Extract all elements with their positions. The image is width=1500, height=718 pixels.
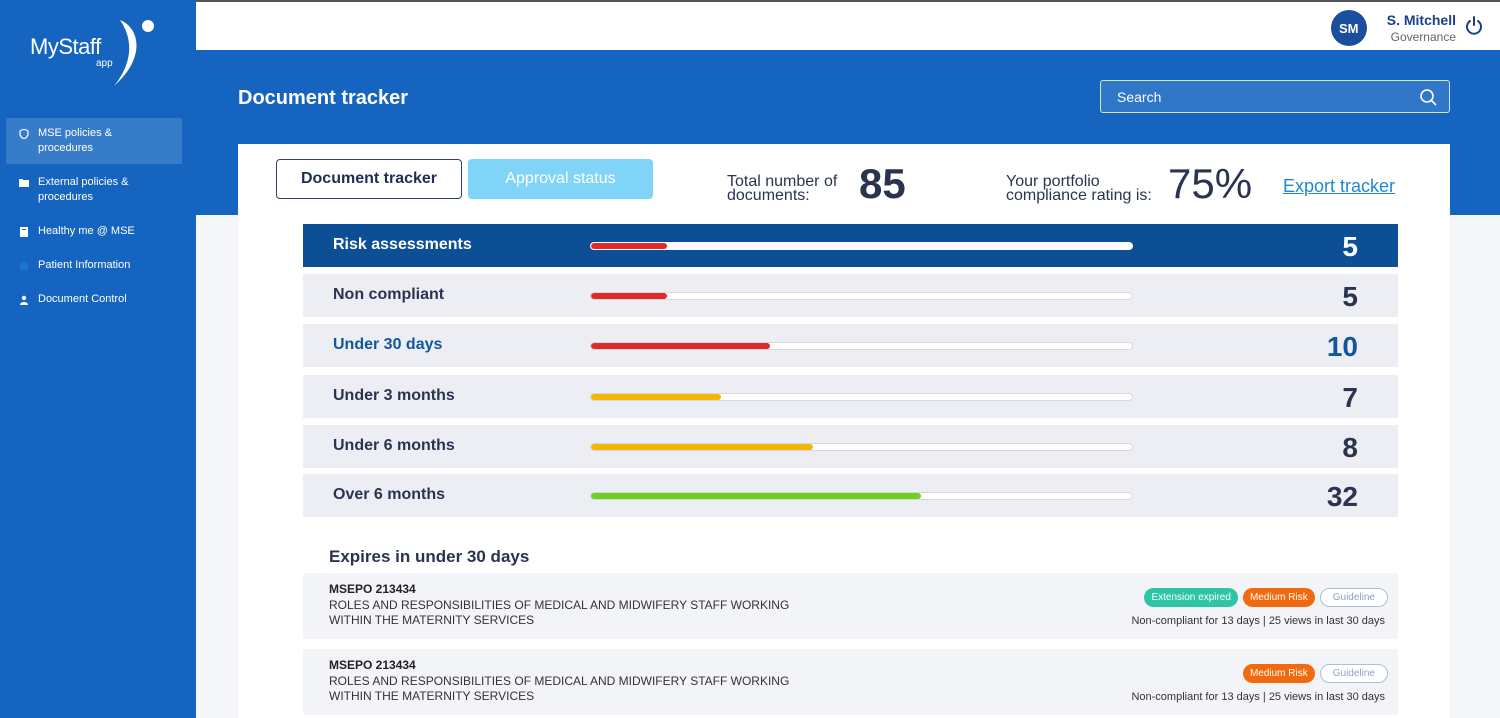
progress-fill: [591, 394, 721, 400]
category-label: Over 6 months: [333, 486, 446, 503]
category-count: 10: [1326, 331, 1358, 362]
category-count: 5: [1342, 281, 1358, 312]
progress-fill: [591, 293, 667, 299]
sidebar-item-label: External policies & procedures: [38, 176, 129, 203]
user-name: S. Mitchell: [1386, 12, 1456, 28]
sidebar-item-label: Document Control: [38, 293, 127, 305]
document-meta: Non-compliant for 13 days | 25 views in …: [1131, 691, 1385, 703]
folder-icon: [18, 177, 30, 189]
category-count: 5: [1342, 231, 1358, 262]
badge-medium-risk: Medium Risk: [1242, 588, 1315, 607]
page-title: Document tracker: [238, 87, 409, 109]
category-label: Non compliant: [333, 286, 445, 303]
progress-fill: [591, 444, 813, 450]
progress-track: [590, 393, 1133, 401]
progress-track: [590, 242, 1133, 250]
sidebar-item-document-control[interactable]: Document Control: [6, 284, 182, 315]
main-card: Document tracker Approval status Total n…: [238, 144, 1450, 718]
document-title: ROLES AND RESPONSIBILITIES OF MEDICAL AN…: [329, 674, 790, 703]
document-badges: Medium Risk Guideline: [1242, 664, 1388, 683]
logo-swoosh-icon: [114, 20, 154, 86]
progress-track: [590, 292, 1133, 300]
sidebar-item-label: MSE policies & procedures: [38, 127, 112, 154]
category-row-under-3-months[interactable]: Under 3 months 7: [303, 375, 1398, 418]
logo-text: MyStaff: [30, 34, 101, 59]
sidebar: MyStaff app MSE policies & procedures Ex…: [0, 0, 196, 718]
info-icon: [18, 260, 30, 272]
category-row-under-30-days[interactable]: Under 30 days 10: [303, 324, 1398, 367]
app-logo[interactable]: MyStaff app: [30, 18, 160, 90]
category-count: 32: [1326, 481, 1358, 512]
power-icon[interactable]: [1464, 16, 1484, 36]
category-row-risk-assessments[interactable]: Risk assessments 5: [303, 224, 1398, 267]
search-icon[interactable]: [1419, 88, 1437, 106]
progress-track: [590, 443, 1133, 451]
user-icon: [18, 294, 30, 306]
export-tracker-link[interactable]: Export tracker: [1283, 176, 1395, 197]
shield-icon: [18, 128, 30, 140]
search-input[interactable]: [1117, 88, 1419, 105]
sidebar-item-patient-information[interactable]: Patient Information: [6, 250, 182, 281]
sidebar-item-external-policies[interactable]: External policies & procedures: [6, 167, 182, 213]
category-row-under-6-months[interactable]: Under 6 months 8: [303, 425, 1398, 468]
category-label: Risk assessments: [333, 236, 472, 253]
badge-guideline: Guideline: [1319, 664, 1388, 683]
category-label: Under 30 days: [333, 336, 443, 353]
category-count: 7: [1342, 382, 1358, 413]
sidebar-item-mse-policies[interactable]: MSE policies & procedures: [6, 118, 182, 164]
tab-approval-status[interactable]: Approval status: [468, 159, 653, 199]
user-profile[interactable]: SM S. Mitchell Governance: [1330, 10, 1482, 46]
sidebar-item-label: Healthy me @ MSE: [38, 225, 135, 237]
progress-track: [590, 492, 1133, 500]
book-icon: [18, 226, 30, 238]
category-label: Under 6 months: [333, 437, 455, 454]
search-box[interactable]: [1100, 80, 1450, 113]
user-role: Governance: [1390, 30, 1456, 44]
document-code: MSEPO 213434: [329, 582, 416, 596]
category-row-over-6-months[interactable]: Over 6 months 32: [303, 474, 1398, 517]
progress-track: [590, 342, 1133, 350]
badge-medium-risk: Medium Risk: [1242, 664, 1315, 683]
total-documents-label: Total number of documents:: [727, 173, 838, 204]
badge-extension-expired: Extension expired: [1144, 588, 1238, 607]
category-row-non-compliant[interactable]: Non compliant 5: [303, 274, 1398, 317]
document-badges: Extension expired Medium Risk Guideline: [1144, 588, 1388, 607]
total-documents-value: 85: [859, 160, 906, 207]
document-code: MSEPO 213434: [329, 658, 416, 672]
avatar[interactable]: SM: [1330, 10, 1367, 46]
category-count: 8: [1342, 432, 1358, 463]
tab-document-tracker[interactable]: Document tracker: [276, 159, 462, 199]
sidebar-item-label: Patient Information: [38, 259, 131, 271]
expires-section-title: Expires in under 30 days: [329, 547, 530, 566]
top-bar: SM S. Mitchell Governance: [196, 0, 1500, 50]
document-item[interactable]: MSEPO 213434 ROLES AND RESPONSIBILITIES …: [303, 649, 1398, 715]
progress-fill: [591, 243, 667, 249]
sidebar-item-healthy-me[interactable]: Healthy me @ MSE: [6, 216, 182, 247]
document-item[interactable]: MSEPO 213434 ROLES AND RESPONSIBILITIES …: [303, 573, 1398, 639]
progress-fill: [591, 493, 921, 499]
badge-guideline: Guideline: [1319, 588, 1388, 607]
document-title: ROLES AND RESPONSIBILITIES OF MEDICAL AN…: [329, 598, 790, 627]
sidebar-nav: MSE policies & procedures External polic…: [6, 118, 182, 318]
document-meta: Non-compliant for 13 days | 25 views in …: [1131, 615, 1385, 627]
compliance-rating-label: Your portfolio compliance rating is:: [1006, 173, 1152, 204]
category-label: Under 3 months: [333, 387, 455, 404]
progress-fill: [591, 343, 770, 349]
compliance-rating-value: 75%: [1168, 160, 1253, 207]
